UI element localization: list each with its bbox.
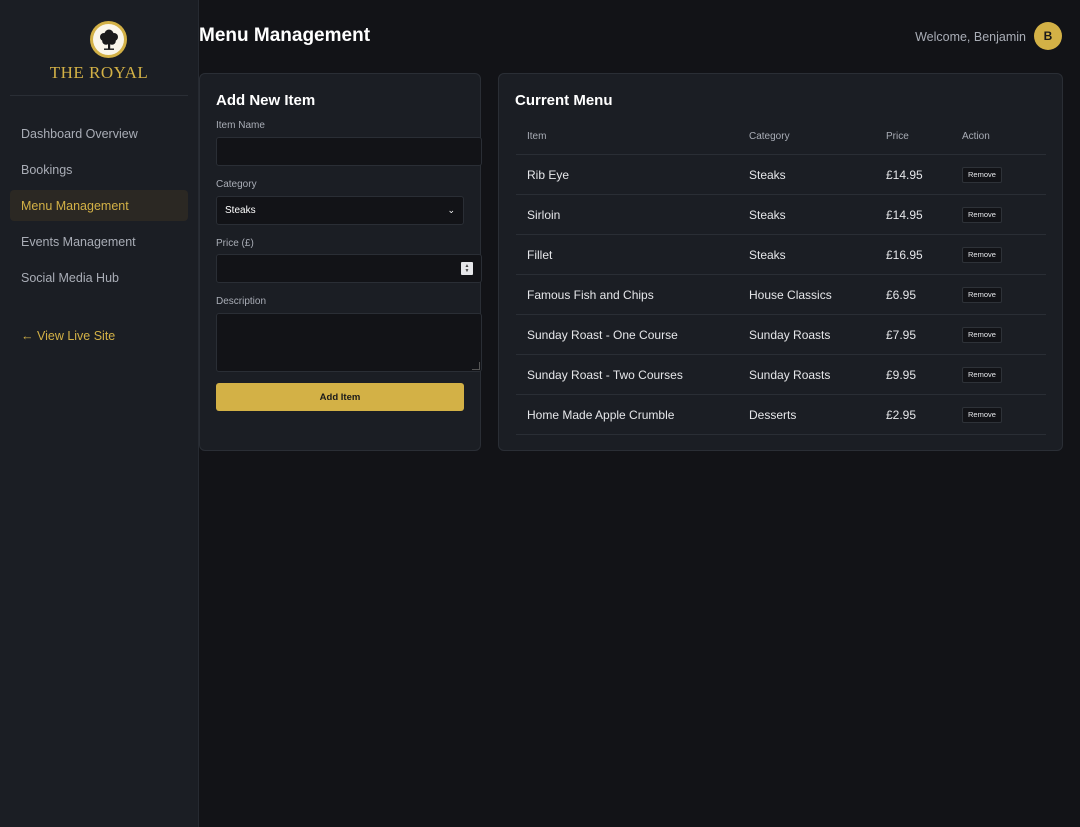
cell-item: Fillet xyxy=(527,247,553,262)
cell-category: House Classics xyxy=(749,287,832,302)
table-row: Rib Eye Steaks £14.95 Remove xyxy=(516,155,1046,195)
category-label: Category xyxy=(216,179,257,190)
sidebar-item-social-media-hub[interactable]: Social Media Hub xyxy=(10,262,188,293)
table-row: Fillet Steaks £16.95 Remove xyxy=(516,235,1046,275)
cell-item: Sunday Roast - Two Courses xyxy=(527,367,683,382)
add-item-button[interactable]: Add Item xyxy=(216,383,464,411)
add-item-card: Add New Item Item Name Category Steaks ⌄… xyxy=(199,73,482,451)
cell-item: Rib Eye xyxy=(527,167,570,182)
remove-button[interactable]: Remove xyxy=(962,246,1002,263)
category-select[interactable]: Steaks ⌄ xyxy=(216,196,464,225)
sidebar-nav: Dashboard Overview Bookings Menu Managem… xyxy=(10,118,188,298)
description-label: Description xyxy=(216,296,267,307)
sidebar-item-bookings[interactable]: Bookings xyxy=(10,154,188,185)
column-header-price: Price xyxy=(886,130,909,142)
remove-button[interactable]: Remove xyxy=(962,166,1002,183)
item-name-input[interactable] xyxy=(216,137,482,166)
cell-category: Steaks xyxy=(749,167,786,182)
column-header-category: Category xyxy=(749,130,790,142)
remove-button[interactable]: Remove xyxy=(962,286,1002,303)
oak-tree-icon xyxy=(90,21,127,58)
current-menu-card: Current Menu Item Category Price Action … xyxy=(498,73,1063,451)
sidebar-item-menu-management[interactable]: Menu Management xyxy=(10,190,188,221)
cell-price: £14.95 xyxy=(886,207,923,222)
price-field: ▲ ▼ xyxy=(216,254,482,283)
price-stepper-icon[interactable]: ▲ ▼ xyxy=(461,262,473,275)
item-name-label: Item Name xyxy=(216,120,265,131)
table-row: Sunday Roast - Two Courses Sunday Roasts… xyxy=(516,355,1046,395)
cell-category: Steaks xyxy=(749,247,786,262)
cell-price: £9.95 xyxy=(886,367,917,382)
column-header-item: Item xyxy=(527,130,547,142)
chevron-down-icon: ⌄ xyxy=(447,205,455,215)
welcome-text: Welcome, Benjamin xyxy=(915,30,1026,44)
cell-item: Famous Fish and Chips xyxy=(527,287,654,302)
table-row: Famous Fish and Chips House Classics £6.… xyxy=(516,275,1046,315)
cell-category: Sunday Roasts xyxy=(749,367,831,382)
cell-item: Sunday Roast - One Course xyxy=(527,327,678,342)
table-row: Home Made Apple Crumble Desserts £2.95 R… xyxy=(516,395,1046,435)
brand-logo[interactable]: THE ROYAL xyxy=(10,0,188,96)
remove-button[interactable]: Remove xyxy=(962,406,1002,423)
price-label: Price (£) xyxy=(216,238,254,249)
remove-button[interactable]: Remove xyxy=(962,206,1002,223)
cell-category: Steaks xyxy=(749,207,786,222)
remove-button[interactable]: Remove xyxy=(962,326,1002,343)
avatar[interactable]: B xyxy=(1034,22,1062,50)
resize-grip-icon[interactable] xyxy=(472,362,480,370)
cell-price: £16.95 xyxy=(886,247,923,262)
cell-price: £7.95 xyxy=(886,327,917,342)
table-header: Item Category Price Action xyxy=(516,118,1046,155)
column-header-action: Action xyxy=(962,130,990,142)
table-row: Sunday Roast - One Course Sunday Roasts … xyxy=(516,315,1046,355)
cell-price: £6.95 xyxy=(886,287,917,302)
add-item-title: Add New Item xyxy=(216,92,316,109)
cell-category: Sunday Roasts xyxy=(749,327,831,342)
cell-item: Sirloin xyxy=(527,207,561,222)
cell-price: £2.95 xyxy=(886,407,917,422)
category-selected-value: Steaks xyxy=(225,205,256,216)
page-title: Menu Management xyxy=(199,25,371,46)
sidebar-item-dashboard-overview[interactable]: Dashboard Overview xyxy=(10,118,188,149)
cell-category: Desserts xyxy=(749,407,797,422)
current-menu-title: Current Menu xyxy=(515,92,613,109)
sidebar: THE ROYAL Dashboard Overview Bookings Me… xyxy=(0,0,199,827)
description-textarea[interactable] xyxy=(216,313,482,372)
price-input[interactable] xyxy=(216,254,482,283)
remove-button[interactable]: Remove xyxy=(962,366,1002,383)
sidebar-item-events-management[interactable]: Events Management xyxy=(10,226,188,257)
brand-name: THE ROYAL xyxy=(49,63,149,82)
cell-price: £14.95 xyxy=(886,167,923,182)
menu-table: Item Category Price Action Rib Eye Steak… xyxy=(516,118,1046,435)
view-live-site-link[interactable]: ← View Live Site xyxy=(21,329,115,343)
table-row: Sirloin Steaks £14.95 Remove xyxy=(516,195,1046,235)
cell-item: Home Made Apple Crumble xyxy=(527,407,675,422)
